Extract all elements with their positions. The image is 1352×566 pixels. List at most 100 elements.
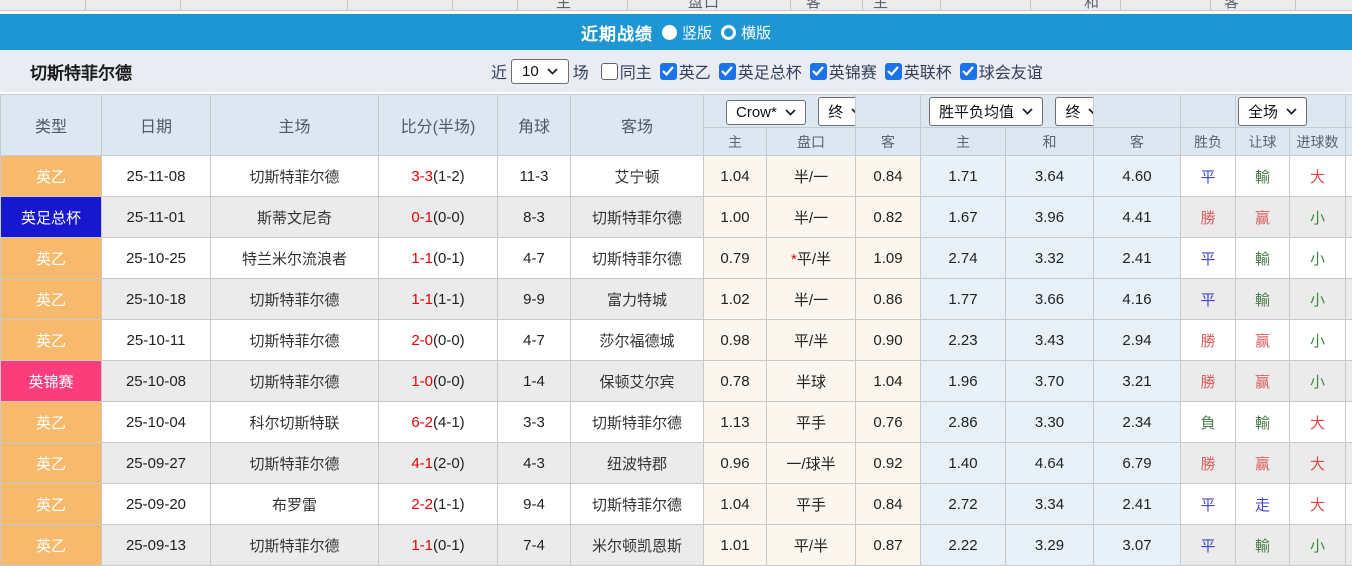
goals-result-cell: 大 <box>1290 443 1346 484</box>
clipped-label: 客 <box>806 0 822 11</box>
corners-cell: 11-3 <box>498 156 571 197</box>
home-team-link[interactable]: 特兰米尔流浪者 <box>211 238 379 279</box>
vertical-option-label[interactable]: 竖版 <box>682 22 712 43</box>
league-label-facup[interactable]: 英足总杯 <box>738 59 802 83</box>
wdl-final-select[interactable]: 终 <box>1055 97 1093 126</box>
mean-win-cell: 2.86 <box>921 402 1006 443</box>
radio-selected-icon[interactable] <box>662 25 677 40</box>
league-checkbox-trophy[interactable] <box>810 63 827 80</box>
handicap-result-cell: 輸 <box>1236 525 1290 566</box>
mean-lose-cell: 4.60 <box>1094 156 1181 197</box>
handicap-result-cell: 走 <box>1236 484 1290 525</box>
handicap-result-cell: 輸 <box>1236 279 1290 320</box>
league-label-trophy[interactable]: 英锦赛 <box>829 59 877 83</box>
away-team-link[interactable]: 纽波特郡 <box>571 443 704 484</box>
sub-header-odds-away: 客 <box>856 128 921 156</box>
match-type-badge: 英足总杯 <box>1 197 102 238</box>
league-checkbox-carabao[interactable] <box>885 63 902 80</box>
home-team-link[interactable]: 切斯特菲尔德 <box>211 443 379 484</box>
away-team-link[interactable]: 富力特城 <box>571 279 704 320</box>
horizontal-option-label[interactable]: 横版 <box>741 22 771 43</box>
mean-win-cell: 2.23 <box>921 320 1006 361</box>
odds-away-cell: 0.90 <box>856 320 921 361</box>
same-home-checkbox[interactable] <box>601 63 618 80</box>
mean-lose-cell: 2.41 <box>1094 238 1181 279</box>
corners-cell: 9-9 <box>498 279 571 320</box>
odds-company-select[interactable]: Crow* <box>726 100 806 125</box>
away-team-link[interactable]: 保顿艾尔宾 <box>571 361 704 402</box>
league-label-l2[interactable]: 英乙 <box>679 59 711 83</box>
col-header-date: 日期 <box>102 95 211 156</box>
away-team-link[interactable]: 莎尔福德城 <box>571 320 704 361</box>
clipped-cell <box>1346 279 1352 320</box>
clipped-label: 客 <box>1224 0 1240 11</box>
home-team-link[interactable]: 切斯特菲尔德 <box>211 361 379 402</box>
odds-home-cell: 0.78 <box>704 361 767 402</box>
mean-lose-cell: 2.41 <box>1094 484 1181 525</box>
home-team-link[interactable]: 切斯特菲尔德 <box>211 279 379 320</box>
score-cell: 1-1(1-1) <box>379 279 498 320</box>
odds-home-cell: 1.00 <box>704 197 767 238</box>
sub-header-handicap-result: 让球 <box>1236 128 1290 156</box>
score-cell: 2-0(0-0) <box>379 320 498 361</box>
away-team-link[interactable]: 切斯特菲尔德 <box>571 484 704 525</box>
clipped-table-above: 主 盘口 客 主 和 客 <box>0 0 1352 11</box>
goals-result-cell: 小 <box>1290 361 1346 402</box>
clipped-cell <box>1346 156 1352 197</box>
away-team-link[interactable]: 艾宁顿 <box>571 156 704 197</box>
mean-draw-cell: 3.34 <box>1006 484 1094 525</box>
period-select[interactable]: 全场 <box>1238 97 1307 126</box>
chevron-down-icon <box>851 108 855 115</box>
mean-draw-cell: 3.32 <box>1006 238 1094 279</box>
goals-result-cell: 小 <box>1290 525 1346 566</box>
away-team-link[interactable]: 切斯特菲尔德 <box>571 238 704 279</box>
table-row: 英乙 25-10-25 特兰米尔流浪者 1-1(0-1) 4-7 切斯特菲尔德 … <box>1 238 1352 279</box>
league-checkbox-facup[interactable] <box>719 63 736 80</box>
goals-result-cell: 大 <box>1290 156 1346 197</box>
home-team-link[interactable]: 切斯特菲尔德 <box>211 156 379 197</box>
home-team-link[interactable]: 切斯特菲尔德 <box>211 320 379 361</box>
league-label-friendly[interactable]: 球会友谊 <box>979 59 1043 83</box>
home-team-link[interactable]: 斯蒂文尼奇 <box>211 197 379 238</box>
home-team-link[interactable]: 切斯特菲尔德 <box>211 525 379 566</box>
away-team-link[interactable]: 切斯特菲尔德 <box>571 197 704 238</box>
table-row: 英乙 25-10-11 切斯特菲尔德 2-0(0-0) 4-7 莎尔福德城 0.… <box>1 320 1352 361</box>
league-checkbox-friendly[interactable] <box>960 63 977 80</box>
score-cell: 0-1(0-0) <box>379 197 498 238</box>
radio-unselected-icon[interactable] <box>721 25 736 40</box>
match-date: 25-09-20 <box>102 484 211 525</box>
mean-lose-cell: 3.21 <box>1094 361 1181 402</box>
handicap-result-cell: 輸 <box>1236 402 1290 443</box>
result-cell: 平 <box>1181 279 1236 320</box>
handicap-result-cell: 赢 <box>1236 361 1290 402</box>
match-type-badge: 英乙 <box>1 279 102 320</box>
corners-cell: 7-4 <box>498 525 571 566</box>
same-home-label[interactable]: 同主 <box>620 59 652 83</box>
sub-header-mean-win: 主 <box>921 128 1006 156</box>
layout-option-horizontal[interactable]: 横版 <box>721 22 771 43</box>
league-label-carabao[interactable]: 英联杯 <box>904 59 952 83</box>
match-date: 25-09-13 <box>102 525 211 566</box>
odds-final-select[interactable]: 终 <box>818 97 855 126</box>
clipped-cell <box>1346 197 1352 238</box>
mean-lose-cell: 2.94 <box>1094 320 1181 361</box>
mean-draw-cell: 3.64 <box>1006 156 1094 197</box>
home-team-link[interactable]: 布罗雷 <box>211 484 379 525</box>
match-date: 25-10-18 <box>102 279 211 320</box>
wdl-mean-select[interactable]: 胜平负均值 <box>929 97 1043 126</box>
away-team-link[interactable]: 切斯特菲尔德 <box>571 402 704 443</box>
section-title: 近期战绩 <box>581 20 653 45</box>
match-type-badge: 英乙 <box>1 320 102 361</box>
recent-count-select[interactable]: 10 <box>511 59 569 84</box>
mean-win-cell: 2.22 <box>921 525 1006 566</box>
odds-away-cell: 0.87 <box>856 525 921 566</box>
layout-option-vertical[interactable]: 竖版 <box>662 22 712 43</box>
score-cell: 1-1(0-1) <box>379 525 498 566</box>
result-cell: 平 <box>1181 484 1236 525</box>
away-team-link[interactable]: 米尔顿凯恩斯 <box>571 525 704 566</box>
mean-draw-cell: 4.64 <box>1006 443 1094 484</box>
handicap-cell: 半/一 <box>767 197 856 238</box>
home-team-link[interactable]: 科尔切斯特联 <box>211 402 379 443</box>
score-cell: 6-2(4-1) <box>379 402 498 443</box>
league-checkbox-l2[interactable] <box>660 63 677 80</box>
